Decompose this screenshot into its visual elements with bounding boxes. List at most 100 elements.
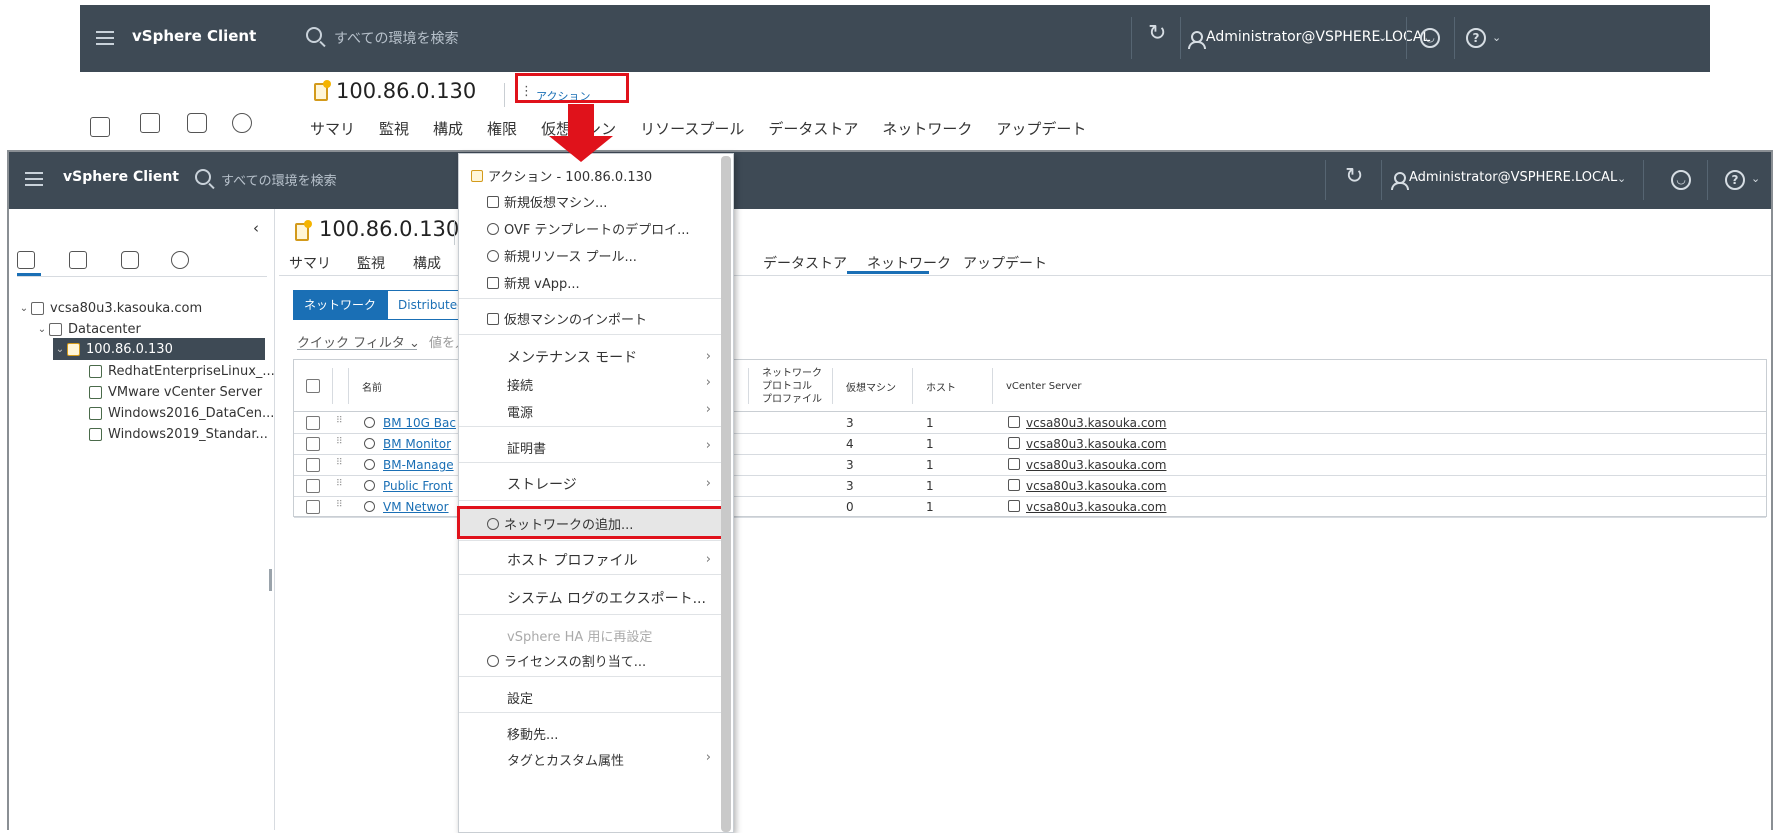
storage-icon[interactable] (121, 251, 139, 269)
network-link[interactable]: BM Monitor (383, 437, 451, 451)
menu-item-new-vm[interactable]: 新規仮想マシン... (487, 192, 607, 211)
select-all-checkbox[interactable] (306, 360, 320, 412)
menu-item-tags-custom-attributes[interactable]: タグとカスタム属性 (507, 750, 624, 769)
chevron-down-icon[interactable]: ⌄ (53, 344, 67, 355)
checkbox[interactable] (306, 479, 320, 493)
menu-item-import-vm[interactable]: 仮想マシンのインポート (487, 309, 647, 328)
menu-item-export-system-logs[interactable]: システム ログのエクスポート... (507, 588, 706, 608)
help-icon[interactable]: ? (1725, 170, 1745, 190)
network-icon[interactable] (232, 113, 252, 133)
checkbox[interactable] (306, 416, 320, 430)
menu-item-connection[interactable]: 接続 (507, 375, 533, 394)
vms-templates-icon[interactable] (69, 251, 87, 269)
refresh-icon[interactable]: ↻ (1345, 164, 1363, 189)
tab-networks[interactable]: ネットワーク (882, 120, 972, 138)
row-checkbox[interactable] (306, 458, 320, 475)
tree-node-vm[interactable]: RedhatEnterpriseLinux_... (89, 360, 275, 382)
menu-item-deploy-ovf[interactable]: OVF テンプレートのデプロイ... (487, 219, 690, 238)
column-header-vcenter[interactable]: vCenter Server (1006, 360, 1082, 412)
chevron-down-icon[interactable]: ⌄ (35, 324, 49, 335)
hamburger-menu-icon[interactable] (96, 31, 114, 45)
vms-templates-icon[interactable] (140, 113, 160, 133)
menu-item-settings[interactable]: 設定 (507, 688, 533, 707)
tree-node-datacenter[interactable]: ⌄ Datacenter (35, 318, 141, 340)
search-input[interactable]: すべての環境を検索 (221, 170, 337, 189)
chevron-down-icon[interactable]: ⌄ (1751, 172, 1760, 185)
tree-node-vm[interactable]: Windows2016_DataCen... (89, 402, 274, 424)
tree-node-vm[interactable]: VMware vCenter Server (89, 381, 262, 403)
checkbox[interactable] (306, 500, 320, 514)
column-header-hosts[interactable]: ホスト (926, 360, 956, 412)
drag-handle-icon[interactable]: ⠿ (336, 416, 343, 426)
tab-configure[interactable]: 構成 (433, 120, 463, 138)
tree-node-vm[interactable]: Windows2019_Standar... (89, 423, 268, 445)
vcenter-link[interactable]: vcsa80u3.kasouka.com (1026, 479, 1166, 493)
search-icon[interactable] (195, 169, 211, 185)
menu-item-storage[interactable]: ストレージ (507, 474, 577, 494)
drag-handle-icon[interactable]: ⠿ (336, 437, 343, 447)
tab-configure[interactable]: 構成 (413, 253, 441, 273)
search-input[interactable]: すべての環境を検索 (334, 28, 458, 48)
menu-item-host-profile[interactable]: ホスト プロファイル (507, 550, 637, 570)
tab-datastores[interactable]: データストア (768, 120, 858, 138)
menu-item-new-resource-pool[interactable]: 新規リソース プール... (487, 246, 637, 265)
tree-node-host-selected[interactable]: ⌄ 100.86.0.130 (53, 338, 265, 360)
pane-splitter-handle[interactable] (269, 569, 272, 591)
row-checkbox[interactable] (306, 416, 320, 433)
search-icon[interactable] (306, 27, 322, 43)
tab-summary[interactable]: サマリ (310, 120, 355, 138)
hosts-clusters-icon[interactable] (17, 251, 35, 269)
menu-item-certificates[interactable]: 証明書 (507, 438, 546, 457)
row-checkbox[interactable] (306, 500, 320, 517)
tab-permissions[interactable]: 権限 (487, 120, 517, 138)
network-icon[interactable] (171, 251, 189, 269)
tab-summary[interactable]: サマリ (289, 253, 331, 273)
user-menu[interactable]: Administrator@VSPHERE.LOCAL (1206, 29, 1430, 45)
tab-monitor[interactable]: 監視 (379, 120, 409, 138)
subtab-networks[interactable]: ネットワーク (293, 290, 388, 320)
user-menu[interactable]: Administrator@VSPHERE.LOCAL (1409, 170, 1617, 185)
tree-node-vcenter[interactable]: ⌄ vcsa80u3.kasouka.com (17, 297, 202, 319)
menu-item-assign-license[interactable]: ライセンスの割り当て... (487, 651, 646, 670)
column-header-vms[interactable]: 仮想マシン (846, 360, 896, 412)
vcenter-link[interactable]: vcsa80u3.kasouka.com (1026, 458, 1166, 472)
subtab-distributed-switches[interactable]: Distributed S (387, 290, 468, 320)
drag-handle-icon[interactable]: ⠿ (336, 458, 343, 468)
row-checkbox[interactable] (306, 437, 320, 454)
tab-networks[interactable]: ネットワーク (867, 253, 951, 273)
menu-item-move-to[interactable]: 移動先... (507, 724, 558, 743)
network-link[interactable]: VM Networ (383, 500, 449, 514)
menu-item-maintenance-mode[interactable]: メンテナンス モード (507, 347, 637, 367)
network-link[interactable]: BM-Manage (383, 458, 454, 472)
column-header-name[interactable]: 名前 (362, 360, 382, 412)
menu-scrollbar[interactable] (721, 156, 731, 832)
menu-item-power[interactable]: 電源 (507, 402, 533, 421)
checkbox[interactable] (306, 379, 320, 393)
vcenter-link[interactable]: vcsa80u3.kasouka.com (1026, 500, 1166, 514)
feedback-smiley-icon[interactable]: ◡ (1671, 170, 1691, 190)
drag-handle-icon[interactable]: ⠿ (336, 479, 343, 489)
column-header-protocol-profile[interactable]: ネットワーク プロトコル プロファイル (762, 360, 822, 412)
chevron-down-icon[interactable]: ⌄ (1492, 31, 1501, 44)
help-icon[interactable]: ? (1466, 28, 1486, 48)
network-link[interactable]: BM 10G Bac (383, 416, 456, 430)
checkbox[interactable] (306, 437, 320, 451)
row-checkbox[interactable] (306, 479, 320, 496)
collapse-chevron-icon[interactable]: ‹ (253, 219, 259, 237)
tab-updates[interactable]: アップデート (963, 253, 1047, 273)
drag-handle-icon[interactable]: ⠿ (336, 500, 343, 510)
refresh-icon[interactable]: ↻ (1148, 21, 1166, 46)
vcenter-link[interactable]: vcsa80u3.kasouka.com (1026, 416, 1166, 430)
tab-datastores[interactable]: データストア (763, 253, 847, 273)
tab-monitor[interactable]: 監視 (357, 253, 385, 273)
hosts-clusters-icon[interactable] (90, 117, 110, 137)
tab-resource-pools[interactable]: リソースプール (640, 120, 744, 138)
chevron-down-icon[interactable]: ⌄ (1617, 172, 1626, 185)
checkbox[interactable] (306, 458, 320, 472)
vcenter-link[interactable]: vcsa80u3.kasouka.com (1026, 437, 1166, 451)
hamburger-menu-icon[interactable] (25, 172, 43, 186)
storage-icon[interactable] (187, 113, 207, 133)
chevron-down-icon[interactable]: ⌄ (1378, 31, 1387, 44)
feedback-smiley-icon[interactable]: ◡ (1420, 28, 1440, 48)
network-link[interactable]: Public Front (383, 479, 453, 493)
